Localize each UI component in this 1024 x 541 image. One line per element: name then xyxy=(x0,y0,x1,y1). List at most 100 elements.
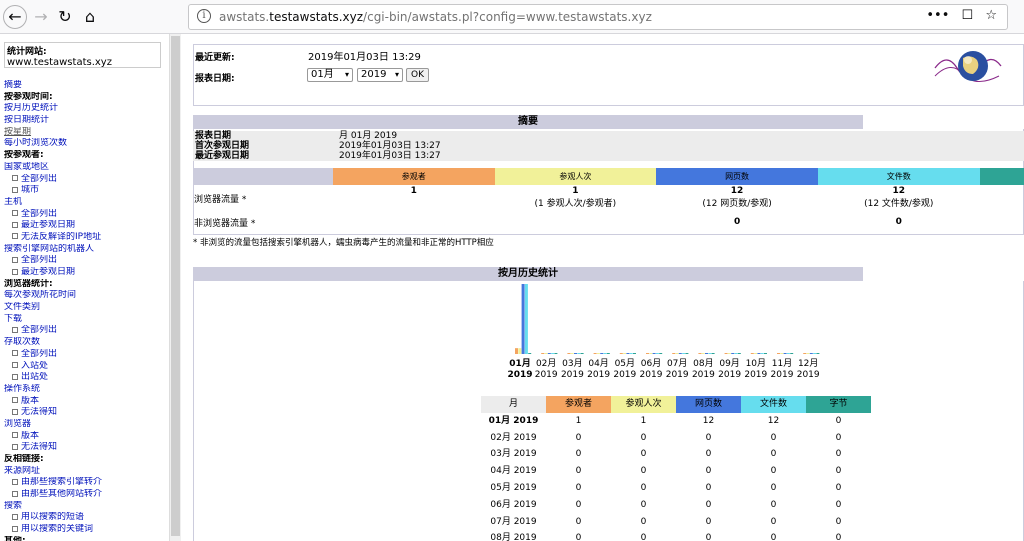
menu-item-38[interactable]: 用以搜索的关键词 xyxy=(4,524,168,536)
bar-1-4 xyxy=(554,353,558,354)
menu-item-37[interactable]: 用以搜索的短语 xyxy=(4,512,168,524)
bar-3-3 xyxy=(603,353,607,354)
bar-6-4 xyxy=(685,353,689,354)
monthly-cell-value: 0 xyxy=(835,449,842,460)
monthly-cell-value: 0 xyxy=(835,499,842,510)
month-tick-label: 01月 2019 xyxy=(507,359,533,381)
scrollbar-thumb[interactable] xyxy=(171,36,180,536)
menu-item-13[interactable]: 无法反解译的IP地址 xyxy=(4,232,168,244)
menu-item-18[interactable]: 每次参观所花时间 xyxy=(4,290,168,302)
menu-item-11[interactable]: 全部列出 xyxy=(4,209,168,221)
url-text[interactable]: awstats.testawstats.xyz/cgi-bin/awstats.… xyxy=(219,10,652,24)
bar-7-2 xyxy=(705,353,708,354)
main-frame: 最近更新: 2019年01月03日 13:29 报表日期: 01月 ▾ 2019 ▾… xyxy=(181,34,1024,541)
menu-item-label: 全部列出 xyxy=(21,255,58,266)
menu-item-9[interactable]: 城市 xyxy=(4,185,168,197)
menu-item-label: 无法得知 xyxy=(21,442,58,453)
pocket-icon[interactable]: ☐ xyxy=(962,8,974,23)
menu-item-33[interactable]: 来源网址 xyxy=(4,466,168,478)
col-hits: 文件数 xyxy=(817,168,980,185)
menu-item-label: 存取次数 xyxy=(4,337,41,348)
menu-item-36[interactable]: 搜索 xyxy=(4,501,168,513)
menu-item-label: 摘要 xyxy=(4,80,23,90)
home-icon[interactable]: ⌂ xyxy=(78,5,102,29)
menu-item-25[interactable]: 出站处 xyxy=(4,372,168,384)
menu-item-8[interactable]: 全部列出 xyxy=(4,174,168,186)
reload-icon[interactable]: ↻ xyxy=(53,5,77,29)
bar-6-1 xyxy=(675,353,679,354)
bar-2-2 xyxy=(574,353,577,354)
bar-6-0 xyxy=(672,353,676,354)
summary-row-key: 报表日期 xyxy=(193,131,337,141)
month-select[interactable]: 01月 ▾ xyxy=(307,68,353,82)
menu-item-16[interactable]: 最近参观日期 xyxy=(4,267,168,279)
menu-item-15[interactable]: 全部列出 xyxy=(4,255,168,267)
year-select[interactable]: 2019 ▾ xyxy=(357,68,403,82)
menu-item-14[interactable]: 搜索引擎网站的机器人 xyxy=(4,244,168,256)
ok-button[interactable]: OK xyxy=(406,68,429,82)
menu-item-label: 按参观时间: xyxy=(4,91,53,102)
mhdr-visitors: 参观者 xyxy=(546,396,611,413)
month-tick-month: 10月 xyxy=(745,359,767,369)
sub-item-icon xyxy=(12,373,18,380)
menu-item-2[interactable]: 按月历史统计 xyxy=(4,103,168,115)
sub-item-icon xyxy=(12,186,18,193)
bar-2-0 xyxy=(567,353,571,354)
summary-table: 报表日期月 01月 2019 首次参观日期 2019年01月03日 13:27 最近参… xyxy=(193,131,1024,161)
monthly-row: 05月 2019 0 0 0 0 0 xyxy=(481,480,871,497)
sub-item-icon xyxy=(12,478,18,485)
menu-item-19[interactable]: 文件类别 xyxy=(4,302,168,314)
month-tick-year: 2019 xyxy=(560,370,584,380)
menu-item-20[interactable]: 下载 xyxy=(4,314,168,326)
monthly-cell-value: 0 xyxy=(640,466,647,477)
bookmark-star-icon[interactable]: ☆ xyxy=(985,8,997,23)
monthly-cell-value: 0 xyxy=(640,516,647,527)
menu-item-29[interactable]: 浏览器 xyxy=(4,419,168,431)
menu-item-27[interactable]: 版本 xyxy=(4,396,168,408)
back-arrow-icon[interactable]: ← xyxy=(3,5,27,29)
menu-item-7[interactable]: 国家或地区 xyxy=(4,162,168,174)
menu-item-label: 版本 xyxy=(21,395,40,406)
menu-item-21[interactable]: 全部列出 xyxy=(4,325,168,337)
url-bar[interactable]: i awstats.testawstats.xyz/cgi-bin/awstat… xyxy=(188,4,1008,30)
info-icon[interactable]: i xyxy=(197,9,211,23)
month-tick-label: 07月 2019 xyxy=(664,359,690,381)
month-tick-label: 04月 2019 xyxy=(586,359,612,381)
menu-item-28[interactable]: 无法得知 xyxy=(4,407,168,419)
menu-item-0[interactable]: 摘要 xyxy=(4,80,168,92)
menu-item-31[interactable]: 无法得知 xyxy=(4,442,168,454)
bar-3-2 xyxy=(600,353,604,354)
menu-item-35[interactable]: 由那些其他网站转介 xyxy=(4,489,168,501)
summary-row-value: 2019年01月03日 13:27 xyxy=(337,151,1024,161)
monthly-row: 06月 2019 0 0 0 0 0 xyxy=(481,497,871,514)
menu-item-26[interactable]: 操作系统 xyxy=(4,384,168,396)
menu-item-10[interactable]: 主机 xyxy=(4,197,168,209)
monthly-cell-month: 01月 2019 xyxy=(488,415,539,426)
more-icon[interactable]: ••• xyxy=(926,8,949,23)
menu-item-30[interactable]: 版本 xyxy=(4,431,168,443)
menu-item-23[interactable]: 全部列出 xyxy=(4,349,168,361)
menu-item-34[interactable]: 由那些搜索引擎转介 xyxy=(4,477,168,489)
month-tick-year: 2019 xyxy=(534,370,558,380)
sub-item-icon xyxy=(12,350,18,357)
col-pages: 网页数 xyxy=(656,168,818,185)
summary-metrics-table: 参观者 参观人次 网页数 文件数 浏览器流量 * 1 1 (1 参观人次/参观者)… xyxy=(193,168,1024,233)
bar-3-1 xyxy=(596,353,600,354)
menu-item-3[interactable]: 按日期统计 xyxy=(4,115,168,127)
site-value: www.testawstats.xyz xyxy=(7,57,112,68)
menu-item-12[interactable]: 最近参观日期 xyxy=(4,220,168,232)
menu-item-39: 其他: xyxy=(4,536,168,541)
menu-item-24[interactable]: 入站处 xyxy=(4,361,168,373)
month-tick-month: 08月 xyxy=(693,359,714,369)
nonbrowser-traffic-label: 非浏览器流量 * xyxy=(194,218,256,229)
menu-item-5[interactable]: 每小时浏览次数 xyxy=(4,138,168,150)
bar-10-3 xyxy=(786,353,790,354)
menu-item-22[interactable]: 存取次数 xyxy=(4,337,168,349)
sub-item-icon xyxy=(12,525,18,532)
forward-arrow-icon[interactable]: → xyxy=(29,5,53,29)
traffic-note: * 非浏览的流量包括搜索引擎机器人，蠕虫病毒产生的流量和非正常的HTTP相应 xyxy=(193,238,494,248)
menu-item-4[interactable]: 按星期 xyxy=(4,127,168,139)
sub-item-icon xyxy=(12,432,18,439)
left-scrollbar[interactable] xyxy=(169,34,181,541)
monthly-cell-value: 0 xyxy=(705,533,712,541)
